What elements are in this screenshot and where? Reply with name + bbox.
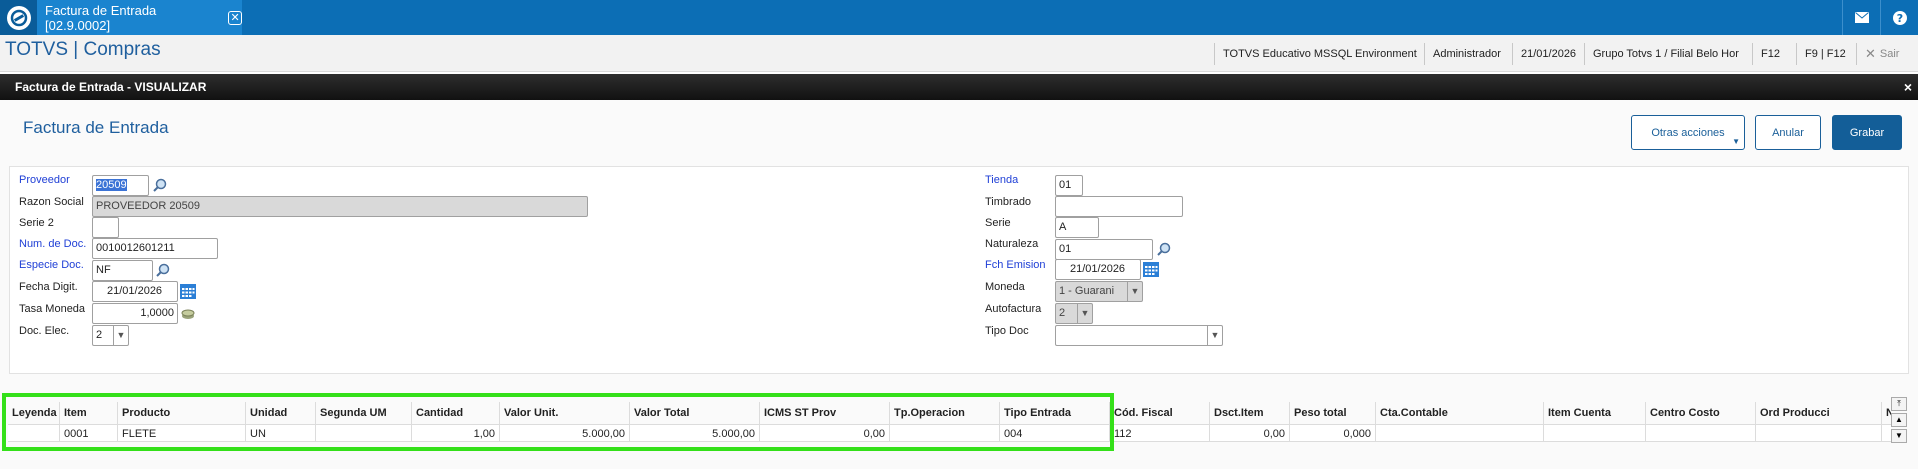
app-title: TOTVS | Compras (5, 39, 161, 60)
fecha-digit-label: Fecha Digit. (19, 281, 78, 293)
exit-button[interactable]: ✕ Sair (1856, 43, 1907, 65)
naturaleza-label: Naturaleza (985, 238, 1039, 250)
tienda-input[interactable]: 01 (1055, 175, 1083, 196)
moneda-value: 1 - Guarani (1059, 285, 1115, 297)
calendar-icon[interactable] (1143, 262, 1159, 277)
caret-down-icon: ▼ (1732, 137, 1740, 146)
col-header[interactable]: Cta.Contable (1376, 402, 1544, 424)
fch-emision-input[interactable]: 21/01/2026 (1055, 259, 1141, 280)
tipo-doc-label: Tipo Doc (985, 325, 1029, 337)
fch-emision-label: Fch Emision (985, 259, 1046, 271)
col-header[interactable]: Item Cuenta (1544, 402, 1646, 424)
header-form: Proveedor 20509 Razon Social PROVEEDOR 2… (9, 166, 1909, 374)
proveedor-label: Proveedor (19, 174, 70, 186)
scroll-up-icon[interactable]: ▲ (1891, 413, 1907, 427)
autofactura-value: 2 (1059, 307, 1066, 319)
search-icon[interactable] (153, 178, 167, 192)
tasa-moneda-label: Tasa Moneda (19, 303, 86, 315)
chevron-down-icon: ▼ (1127, 282, 1142, 301)
tab-factura-entrada[interactable]: Factura de Entrada [02.9.0002] ✕ (37, 0, 242, 35)
money-icon[interactable] (181, 307, 195, 321)
chevron-down-icon: ▼ (1207, 326, 1222, 345)
tab-title: Factura de Entrada [02.9.0002] (45, 2, 157, 33)
table-cell[interactable] (1646, 424, 1756, 442)
razon-social-label: Razon Social (19, 196, 84, 208)
naturaleza-input[interactable]: 01 (1055, 239, 1153, 260)
other-actions-label: Otras acciones (1651, 126, 1725, 139)
close-icon[interactable]: ✕ (228, 10, 242, 25)
tipo-doc-select[interactable]: ▼ (1055, 325, 1223, 346)
table-cell[interactable]: 112 (1110, 424, 1210, 442)
scroll-down-icon[interactable]: ▼ (1891, 429, 1907, 443)
f12-shortcut[interactable]: F12 (1752, 43, 1788, 65)
page-title: Factura de Entrada (23, 118, 169, 137)
highlight-box (2, 393, 1114, 451)
grid-scrollbar[interactable]: ⤒ ▲ ▼ (1891, 397, 1913, 445)
mail-icon[interactable] (1842, 0, 1880, 35)
timbrado-label: Timbrado (985, 196, 1032, 208)
serie-label: Serie (985, 217, 1011, 229)
help-icon[interactable]: ? (1880, 0, 1918, 35)
serie2-label: Serie 2 (19, 217, 54, 229)
save-button[interactable]: Grabar (1832, 115, 1902, 150)
numdoc-label: Num. de Doc. (19, 238, 87, 250)
moneda-select[interactable]: 1 - Guarani ▼ (1055, 281, 1143, 302)
col-header[interactable]: Cód. Fiscal (1110, 402, 1210, 424)
f9-shortcut[interactable]: F9 | F12 (1796, 43, 1854, 65)
chevron-down-icon: ▼ (113, 326, 128, 345)
doc-elec-value: 2 (96, 329, 103, 341)
especie-doc-input[interactable]: NF (92, 260, 153, 281)
moneda-label: Moneda (985, 281, 1025, 293)
col-header[interactable]: Dsct.Item (1210, 402, 1290, 424)
totvs-logo[interactable] (0, 0, 37, 35)
scroll-top-icon[interactable]: ⤒ (1891, 397, 1907, 411)
col-header[interactable]: Peso total (1290, 402, 1376, 424)
top-bar: Factura de Entrada [02.9.0002] ✕ ? (0, 0, 1918, 35)
other-actions-button[interactable]: Otras acciones ▼ (1631, 115, 1745, 150)
serie-input[interactable]: A (1055, 217, 1099, 238)
table-cell[interactable]: 0,000 (1290, 424, 1376, 442)
date-info[interactable]: 21/01/2026 (1512, 43, 1584, 65)
autofactura-label: Autofactura (985, 303, 1042, 315)
dialog-title: Factura de Entrada - VISUALIZAR (15, 80, 207, 94)
table-cell[interactable] (1882, 424, 1891, 442)
dialog-header: Factura de Entrada - VISUALIZAR × (0, 74, 1918, 100)
logo-icon (6, 5, 31, 30)
app-bar: TOTVS | Compras TOTVS Educativo MSSQL En… (0, 35, 1918, 72)
branch-info[interactable]: Grupo Totvs 1 / Filial Belo Hor (1584, 43, 1747, 65)
autofactura-select[interactable]: 2 ▼ (1055, 303, 1093, 324)
chevron-down-icon: ▼ (1077, 304, 1092, 323)
doc-elec-label: Doc. Elec. (19, 325, 70, 337)
col-header[interactable]: Ord Producci (1756, 402, 1882, 424)
col-header[interactable]: Centro Costo (1646, 402, 1756, 424)
tienda-label: Tienda (985, 174, 1019, 186)
table-cell[interactable]: 0,00 (1210, 424, 1290, 442)
timbrado-input[interactable] (1055, 196, 1183, 217)
search-icon[interactable] (1157, 242, 1171, 256)
numdoc-input[interactable]: 0010012601211 (92, 238, 218, 259)
table-cell[interactable] (1756, 424, 1882, 442)
table-cell[interactable] (1544, 424, 1646, 442)
environment-info[interactable]: TOTVS Educativo MSSQL Environment (1214, 43, 1425, 65)
dialog-close-icon[interactable]: × (1904, 74, 1912, 100)
cancel-button[interactable]: Anular (1755, 115, 1821, 150)
svg-text:?: ? (1896, 12, 1902, 25)
fecha-digit-input[interactable]: 21/01/2026 (92, 281, 178, 302)
especie-doc-label: Especie Doc. (19, 259, 84, 271)
calendar-icon[interactable] (180, 284, 196, 299)
user-info[interactable]: Administrador (1424, 43, 1509, 65)
serie2-input[interactable] (92, 217, 119, 238)
tasa-moneda-input[interactable]: 1,0000 (92, 303, 178, 324)
razon-social-input[interactable]: PROVEEDOR 20509 (92, 196, 588, 217)
doc-elec-select[interactable]: 2 ▼ (92, 325, 129, 346)
close-x-icon: ✕ (1865, 46, 1876, 61)
table-cell[interactable] (1376, 424, 1544, 442)
col-header[interactable]: N (1882, 402, 1891, 424)
exit-label: Sair (1879, 48, 1900, 60)
proveedor-input[interactable]: 20509 (92, 175, 149, 196)
search-icon[interactable] (156, 263, 170, 277)
